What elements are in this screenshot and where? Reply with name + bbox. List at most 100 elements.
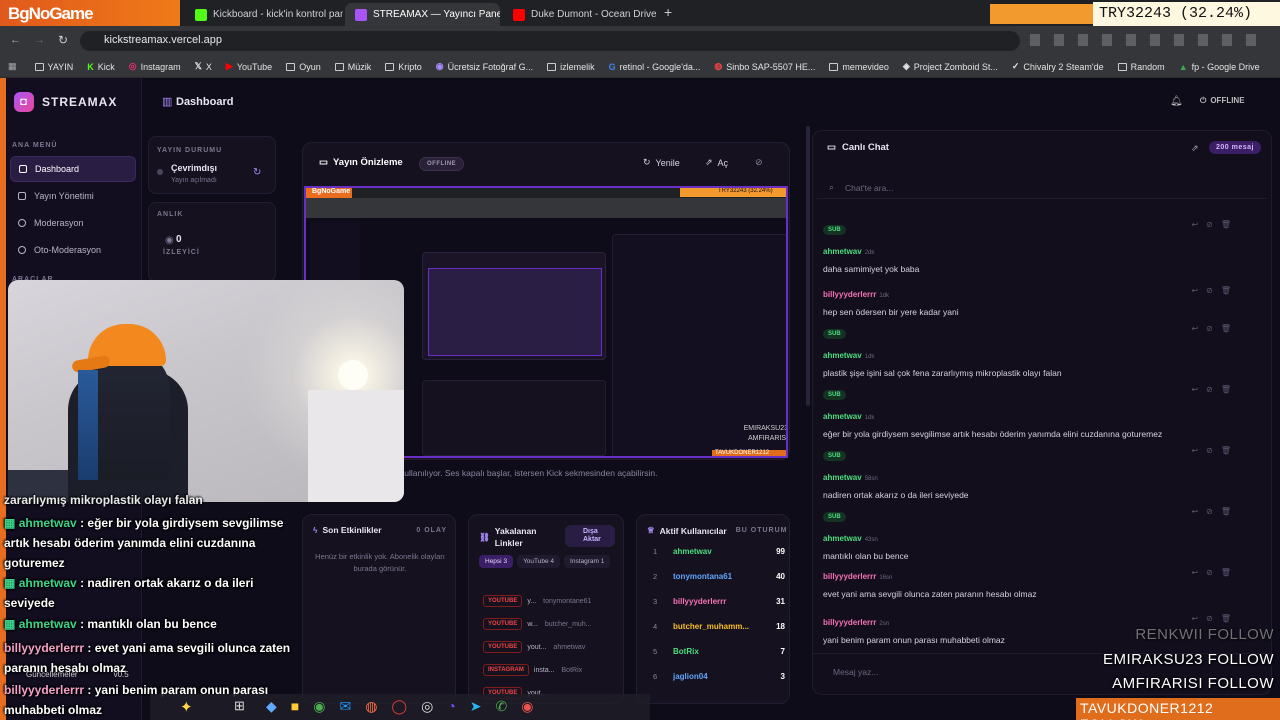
link-text[interactable]: w... <box>527 621 538 628</box>
sidebar-item-oto-moderasyon[interactable]: Oto-Moderasyon <box>10 237 136 263</box>
bookmark-item[interactable]: Kripto <box>385 62 422 72</box>
hide-preview-icon[interactable]: ⊘ <box>755 157 763 168</box>
bookmark-item[interactable]: K Kick <box>87 62 115 72</box>
bookmark-item[interactable]: ◍ Sinbo SAP-5507 HE... <box>714 61 815 72</box>
active-user-row[interactable]: 4 butcher_muhamm... 18 <box>653 622 785 631</box>
bookmark-item[interactable]: Müzik <box>334 62 371 72</box>
grid-icon <box>19 165 27 173</box>
active-user-row[interactable]: 6 jaglion04 3 <box>653 672 785 681</box>
chat-message[interactable]: SUB ahmetwav 1dk eğer bir yola girdiysem se… <box>823 383 1243 439</box>
chat-username[interactable]: billyyyderlerrr <box>823 572 876 581</box>
user-name[interactable]: ahmetwav <box>673 547 712 556</box>
user-name[interactable]: butcher_muhamm... <box>673 622 749 631</box>
bookmark-item[interactable]: 𝕏X <box>195 61 212 72</box>
chat-username[interactable]: ahmetwav <box>823 412 862 421</box>
chat-message[interactable]: billyyyderlerrr 1dk hep sen ödersen bir ye… <box>823 284 1243 317</box>
active-user-row[interactable]: 3 billyyyderlerrr 31 <box>653 597 785 606</box>
filter-all[interactable]: Hepsi 3 <box>479 555 514 568</box>
filter-instagram[interactable]: Instagram 1 <box>564 555 611 568</box>
link-row[interactable]: INSTAGRAM insta... BotRix <box>483 664 619 676</box>
chat-message[interactable]: SUB ahmetwav 2dk daha samimiyet yok baba ↩⊘🗑… <box>823 218 1243 274</box>
chat-message[interactable]: SUB ahmetwav 1dk plastik şişe işini sal çok… <box>823 322 1243 378</box>
bookmark-item[interactable]: Gretinol - Google'da... <box>609 62 701 72</box>
sidebar-item-dashboard[interactable]: Dashboard <box>10 156 136 182</box>
chat-message[interactable]: SUB ahmetwav 58sn nadiren ortak akarız o da… <box>823 444 1243 500</box>
bookmark-item[interactable]: ▲ fp - Google Drive <box>1179 62 1260 72</box>
scrollbar[interactable] <box>806 126 810 406</box>
forward-icon[interactable]: → <box>34 34 45 46</box>
message-actions[interactable]: ↩⊘🗑︎ <box>1191 446 1239 455</box>
chat-username[interactable]: billyyyderlerrr <box>823 618 876 627</box>
active-user-row[interactable]: 1 ahmetwav 99 <box>653 547 785 556</box>
message-actions[interactable]: ↩⊘🗑︎ <box>1191 286 1239 295</box>
link-text[interactable]: insta... <box>534 667 555 674</box>
message-actions[interactable]: ↩⊘🗑︎ <box>1191 568 1239 577</box>
popout-icon[interactable]: ⇗ <box>1191 143 1199 154</box>
page-title: Dashboard <box>176 96 234 108</box>
bookmark-item[interactable]: ◈ Project Zomboid St... <box>903 61 998 72</box>
link-source-tag: YOUTUBE <box>483 595 523 607</box>
chat-timestamp: 2dk <box>864 250 875 256</box>
message-actions[interactable]: ↩⊘🗑︎ <box>1191 220 1239 229</box>
sidebar-item-moderasyon[interactable]: Moderasyon <box>10 210 136 236</box>
message-input[interactable]: Mesaj yaz... <box>833 667 878 677</box>
taskbar-apps[interactable]: ◆ ■ ◉ ✉ ◍ ◯ ◎ ◔ ➤ ✆ ◉ <box>266 698 533 715</box>
chat-username[interactable]: ahmetwav <box>823 247 862 256</box>
chat-search[interactable]: ⌕ Chat'te ara... <box>817 177 1267 199</box>
sparkle-icon[interactable]: ✦ <box>180 698 193 716</box>
active-user-row[interactable]: 5 BotRix 7 <box>653 647 785 656</box>
chat-message[interactable]: billyyyderlerrr 16sn evet yani ama sevgili… <box>823 566 1243 599</box>
link-row[interactable]: YOUTUBE y... tonymontane61 <box>483 595 619 607</box>
chat-username[interactable]: ahmetwav <box>823 534 862 543</box>
user-name[interactable]: BotRix <box>673 647 699 656</box>
refresh-button[interactable]: ↻ Yenile <box>643 157 680 168</box>
brand-logo[interactable]: ◘ STREAMAX <box>14 92 117 112</box>
apps-icon[interactable]: ▦ <box>8 61 17 72</box>
user-name[interactable]: tonymontana61 <box>673 572 732 581</box>
chat-username[interactable]: ahmetwav <box>823 351 862 360</box>
link-row[interactable]: YOUTUBE w... butcher_muh... <box>483 618 619 630</box>
link-row[interactable]: YOUTUBE yout... ahmetwav <box>483 641 619 653</box>
message-actions[interactable]: ↩⊘🗑︎ <box>1191 614 1239 623</box>
bookmark-item[interactable]: ◉ Ücretsiz Fotoğraf G... <box>436 61 533 72</box>
user-name[interactable]: billyyyderlerrr <box>673 597 726 606</box>
user-name[interactable]: jaglion04 <box>673 672 708 681</box>
link-text[interactable]: y... <box>527 598 536 605</box>
link-user: BotRix <box>561 666 583 674</box>
message-actions[interactable]: ↩⊘🗑︎ <box>1191 385 1239 394</box>
bookmark-item[interactable]: ✓ Chivalry 2 Steam'de <box>1012 61 1104 72</box>
refresh-icon[interactable]: ↻ <box>253 167 261 178</box>
extension-icons[interactable] <box>1030 34 1260 46</box>
bookmark-item[interactable]: YAYIN <box>34 62 73 72</box>
message-actions[interactable]: ↩⊘🗑︎ <box>1191 507 1239 516</box>
tab-label: Kickboard - kick'in kontrol pan... <box>213 9 343 20</box>
back-icon[interactable]: ← <box>10 34 21 46</box>
link-text[interactable]: yout... <box>527 644 546 651</box>
chat-username[interactable]: billyyyderlerrr <box>823 290 876 299</box>
tab-4[interactable]: Duke Dumont - Ocean Drive✕ <box>503 3 658 26</box>
message-actions[interactable]: ↩⊘🗑︎ <box>1191 324 1239 333</box>
filter-youtube[interactable]: YouTube 4 <box>517 555 561 568</box>
export-button[interactable]: Dışa Aktar <box>565 525 615 547</box>
active-user-row[interactable]: 2 tonymontana61 40 <box>653 572 785 581</box>
sidebar-item-yayin-yonetimi[interactable]: Yayın Yönetimi <box>10 183 136 209</box>
tab-2[interactable]: Kickboard - kick'in kontrol pan...✕ <box>185 3 343 26</box>
bookmark-item[interactable]: izlemelik <box>547 62 595 72</box>
bookmark-item[interactable]: Oyun <box>286 62 321 72</box>
open-button[interactable]: ⇗ Aç <box>705 157 728 168</box>
user-message-count: 99 <box>776 547 785 556</box>
chat-username[interactable]: ahmetwav <box>823 473 862 482</box>
task-view-icon[interactable]: ⊞ <box>234 698 245 714</box>
bookmark-item[interactable]: memevideo <box>829 62 889 72</box>
reload-icon[interactable]: ↻ <box>58 33 68 47</box>
tab-3[interactable]: STREAMAX — Yayıncı Paneli✕ <box>345 3 500 26</box>
new-tab-icon[interactable]: + <box>664 4 672 20</box>
url-input[interactable]: kickstreamax.vercel.app <box>80 31 1020 51</box>
bell-icon[interactable]: 🔔︎ <box>1170 96 1183 107</box>
bookmark-item[interactable]: Random <box>1117 62 1165 72</box>
bookmark-item[interactable]: ◎ Instagram <box>129 61 181 72</box>
chat-message[interactable]: SUB ahmetwav 43sn mantıklı olan bu bence ↩⊘🗑… <box>823 505 1243 561</box>
bookmark-item[interactable]: ▶ YouTube <box>226 61 272 72</box>
chat-search-input[interactable]: Chat'te ara... <box>845 183 893 193</box>
updates-item[interactable]: Güncellemeler v0.5 <box>26 670 129 679</box>
